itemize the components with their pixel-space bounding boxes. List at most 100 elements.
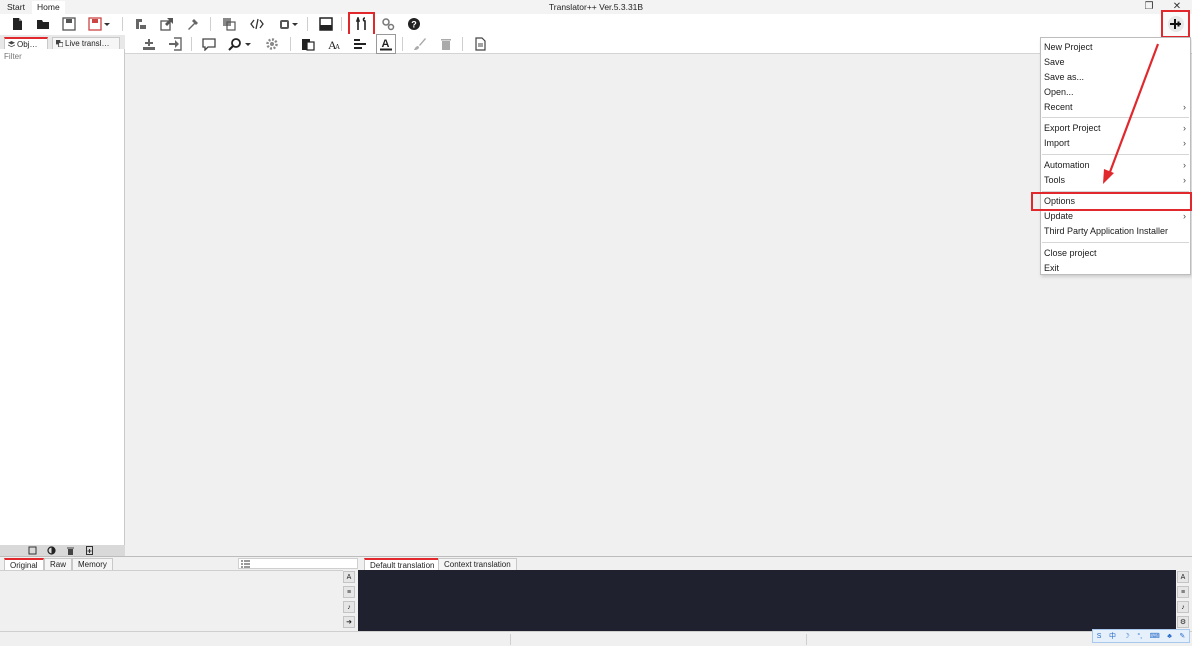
svg-text:A: A	[382, 38, 390, 50]
wrench-icon[interactable]	[184, 15, 202, 33]
submenu-arrow-icon: ›	[1183, 175, 1186, 185]
svg-text:?: ?	[411, 20, 417, 30]
menu-item-new-project[interactable]: New Project	[1041, 40, 1190, 55]
menu-item-export-project[interactable]: Export Project ›	[1041, 121, 1190, 136]
title-bar: Translator++ Ver.5.3.31B Start Home ❐ ✕	[0, 0, 1192, 14]
panel-toggle-icon[interactable]	[317, 15, 335, 33]
tab-home[interactable]: Home	[32, 1, 65, 14]
clipboard-icon[interactable]	[299, 35, 317, 53]
document-icon[interactable]	[471, 35, 489, 53]
bottom-editor: Original Raw Memory A ≡ ♪ ➜ Default tran…	[0, 556, 1192, 632]
gear-icon[interactable]: ⚙	[1177, 616, 1189, 628]
original-text-pane[interactable]	[0, 570, 343, 632]
left-panel-footer	[0, 545, 125, 556]
window-title: Translator++ Ver.5.3.31B	[548, 2, 644, 12]
export-icon[interactable]	[158, 15, 176, 33]
trash-icon[interactable]	[437, 35, 455, 53]
main-toolbar: ?	[0, 12, 1192, 36]
ime-punct-icon[interactable]: °,	[1137, 633, 1142, 640]
align-icon[interactable]: ≡	[1177, 586, 1189, 598]
svg-text:A: A	[335, 43, 340, 51]
menu-item-close-project[interactable]: Close project	[1041, 246, 1190, 261]
ime-logo-icon[interactable]: S	[1097, 633, 1102, 640]
arrow-right-icon[interactable]: ➜	[343, 616, 355, 628]
copy-icon	[56, 40, 63, 47]
app-menu-button[interactable]	[1161, 10, 1190, 38]
menu-item-exit[interactable]: Exit	[1041, 261, 1190, 276]
comment-icon[interactable]	[200, 35, 218, 53]
tab-context-translation[interactable]: Context translation	[438, 558, 517, 570]
submenu-arrow-icon: ›	[1183, 211, 1186, 221]
menu-item-save[interactable]: Save	[1041, 55, 1190, 70]
app-menu-dropdown: New Project Save Save as... Open... Rece…	[1031, 37, 1192, 276]
login-icon[interactable]	[166, 35, 184, 53]
speaker-icon[interactable]: ♪	[343, 601, 355, 613]
tab-memory[interactable]: Memory	[72, 558, 113, 570]
translation-text-pane[interactable]	[358, 570, 1176, 632]
new-file-icon[interactable]	[8, 15, 26, 33]
menu-item-third-party-installer[interactable]: Third Party Application Installer	[1041, 224, 1190, 239]
gear-icon[interactable]	[263, 35, 281, 53]
brush-icon[interactable]	[411, 35, 429, 53]
ime-keyboard-icon[interactable]: ⌨	[1150, 632, 1160, 640]
text-color-icon[interactable]: A	[376, 34, 396, 54]
app-menu-icon	[1167, 16, 1184, 32]
menu-item-save-as[interactable]: Save as...	[1041, 70, 1190, 85]
ime-chinese-icon[interactable]: 中	[1109, 631, 1116, 641]
speaker-icon[interactable]: ♪	[1177, 601, 1189, 613]
ime-skin-icon[interactable]: ♣	[1167, 633, 1172, 640]
status-bar	[0, 631, 1192, 646]
menu-item-recent[interactable]: Recent ›	[1041, 100, 1190, 115]
font-size-icon[interactable]: AA	[325, 35, 343, 53]
delete-icon[interactable]	[66, 546, 75, 555]
menu-item-label: Recent	[1044, 102, 1073, 112]
menu-item-label: Automation	[1044, 160, 1090, 170]
chevron-down-icon[interactable]	[243, 35, 253, 53]
code-icon[interactable]	[248, 15, 266, 33]
chevron-down-icon[interactable]	[102, 15, 112, 33]
menu-item-options[interactable]: Options	[1031, 192, 1192, 211]
menu-item-label: Export Project	[1044, 123, 1101, 133]
select-none-icon[interactable]	[28, 546, 37, 555]
font-size-icon[interactable]: A	[1177, 571, 1189, 583]
font-size-icon[interactable]: A	[343, 571, 355, 583]
align-icon[interactable]: ≡	[343, 586, 355, 598]
add-row-icon[interactable]	[140, 35, 158, 53]
align-icon[interactable]	[351, 35, 369, 53]
menu-item-tools[interactable]: Tools ›	[1041, 173, 1190, 188]
main-grid-area[interactable]	[126, 55, 1192, 556]
save-icon[interactable]	[60, 15, 78, 33]
filter-input[interactable]	[0, 50, 124, 62]
secondary-toolbar: AA A	[0, 34, 1192, 54]
menu-item-open[interactable]: Open...	[1041, 85, 1190, 100]
help-icon[interactable]: ?	[405, 15, 423, 33]
ime-tools-icon[interactable]: ✎	[1179, 632, 1185, 640]
invert-selection-icon[interactable]	[47, 546, 56, 555]
options-icon[interactable]	[348, 12, 375, 36]
chevron-down-icon[interactable]	[290, 15, 300, 33]
menu-item-automation[interactable]: Automation ›	[1041, 158, 1190, 173]
object-panel: Obj… Live transl…	[0, 35, 125, 556]
tab-default-translation[interactable]: Default translation	[364, 558, 441, 570]
add-file-icon[interactable]	[85, 546, 94, 555]
submenu-arrow-icon: ›	[1183, 138, 1186, 148]
menu-item-label: Tools	[1044, 175, 1066, 185]
original-toolbar	[238, 558, 358, 569]
ime-moon-icon[interactable]: ☽	[1124, 632, 1130, 640]
translate-icon[interactable]	[220, 15, 238, 33]
tab-original[interactable]: Original	[4, 558, 44, 570]
tab-raw[interactable]: Raw	[44, 558, 73, 570]
tab-objects[interactable]: Obj…	[4, 37, 48, 49]
search-icon[interactable]	[226, 35, 244, 53]
restore-window-button[interactable]: ❐	[1138, 0, 1160, 14]
menu-item-label: Save	[1044, 57, 1065, 67]
settings-gears-icon[interactable]	[379, 15, 397, 33]
menu-item-import[interactable]: Import ›	[1041, 136, 1190, 151]
tab-live-translation[interactable]: Live transl…	[52, 37, 120, 49]
open-folder-icon[interactable]	[34, 15, 52, 33]
ime-toolbar[interactable]: S 中 ☽ °, ⌨ ♣ ✎	[1092, 629, 1190, 643]
menu-item-update[interactable]: Update ›	[1041, 209, 1190, 224]
list-icon[interactable]	[241, 560, 250, 568]
import-icon[interactable]	[132, 15, 150, 33]
tab-start[interactable]: Start	[2, 1, 30, 14]
